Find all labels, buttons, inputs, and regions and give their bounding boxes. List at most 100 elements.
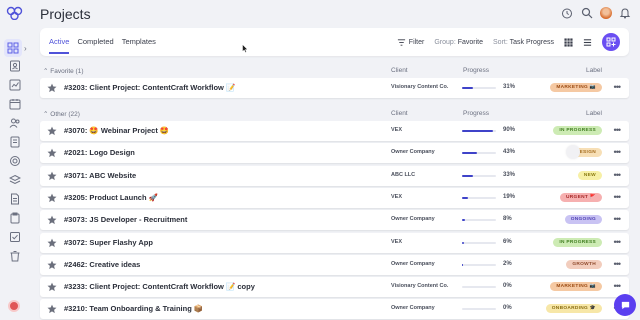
progress-bar-fill	[462, 87, 473, 89]
target-icon[interactable]	[8, 154, 22, 168]
project-client: Visionary Content Co.	[391, 283, 449, 289]
more-options-icon[interactable]: •••	[614, 82, 622, 92]
project-label-badge[interactable]: NEW	[577, 171, 602, 180]
progress-bar	[462, 197, 496, 199]
loading-spinner-icon	[566, 145, 580, 159]
project-label-badge[interactable]: GROWTH	[566, 260, 602, 269]
collapse-chevron-icon[interactable]: ⌃	[43, 68, 48, 75]
chat-button[interactable]	[614, 294, 636, 316]
trash-icon[interactable]	[8, 249, 22, 263]
tab-templates[interactable]: Templates	[122, 37, 156, 54]
progress-bar	[462, 175, 496, 177]
layers-icon[interactable]	[8, 173, 22, 187]
collapse-chevron-icon[interactable]: ⌃	[43, 111, 48, 118]
project-title[interactable]: #3210: Team Onboarding & Training 📦	[64, 304, 203, 313]
toolbar-controls: Filter Group: Favorite Sort: Task Progre…	[397, 33, 620, 51]
grid-view-icon[interactable]	[564, 37, 573, 47]
tab-bar: Active Completed Templates	[49, 37, 156, 54]
more-options-icon[interactable]: •••	[614, 147, 622, 157]
progress-bar	[462, 219, 496, 221]
sidebar-expand-chevron-icon[interactable]: ›	[24, 44, 27, 53]
more-options-icon[interactable]: •••	[614, 259, 622, 269]
calendar-icon[interactable]	[8, 97, 22, 111]
sidebar: ›	[0, 0, 32, 320]
favorite-star-icon[interactable]	[47, 282, 57, 292]
more-options-icon[interactable]: •••	[614, 192, 622, 202]
search-icon[interactable]	[580, 6, 594, 20]
group-title: Favorite (1)	[50, 68, 84, 75]
project-title[interactable]: #3070: 🤩 Webinar Project 🤩	[64, 126, 169, 135]
project-label-badge[interactable]: MARKETING 📷	[550, 282, 602, 291]
more-options-icon[interactable]: •••	[614, 237, 622, 247]
favorite-star-icon[interactable]	[47, 83, 57, 93]
progress-percent: 0%	[503, 283, 512, 289]
favorite-star-icon[interactable]	[47, 304, 57, 314]
more-options-icon[interactable]: •••	[614, 281, 622, 291]
favorite-star-icon[interactable]	[47, 260, 57, 270]
add-project-icon	[606, 37, 616, 47]
sort-select[interactable]: Sort: Task Progress	[493, 39, 554, 46]
projects-toolbar: Active Completed Templates Filter Group:…	[40, 28, 629, 56]
favorite-star-icon[interactable]	[47, 215, 57, 225]
project-label-badge[interactable]: ONGOING	[564, 215, 602, 224]
project-row[interactable]: #2021: Logo Design Owner Company 43% DESIGN…	[40, 143, 629, 163]
chart-icon[interactable]	[8, 78, 22, 92]
bell-icon[interactable]	[618, 6, 632, 20]
project-title[interactable]: #3072: Super Flashy App	[64, 238, 153, 247]
favorite-star-icon[interactable]	[47, 238, 57, 248]
project-title[interactable]: #3071: ABC Website	[64, 171, 136, 180]
add-project-button[interactable]	[602, 33, 620, 51]
project-row[interactable]: #3203: Client Project: ContentCraft Work…	[40, 78, 629, 98]
tab-active[interactable]: Active	[49, 37, 70, 54]
checklist-icon[interactable]	[8, 230, 22, 244]
project-title[interactable]: #3073: JS Developer - Recruitment	[64, 215, 187, 224]
favorite-star-icon[interactable]	[47, 126, 57, 136]
project-row[interactable]: #2462: Creative ideas Owner Company 2% GROW…	[40, 255, 629, 275]
list-view-icon[interactable]	[583, 38, 592, 47]
progress-percent: 19%	[503, 194, 516, 200]
project-title[interactable]: #3203: Client Project: ContentCraft Work…	[64, 83, 235, 92]
project-row[interactable]: #3210: Team Onboarding & Training 📦 Owner…	[40, 299, 629, 319]
progress-bar-fill	[462, 152, 477, 154]
filter-button[interactable]: Filter	[397, 38, 424, 47]
project-title[interactable]: #3233: Client Project: ContentCraft Work…	[64, 282, 255, 291]
group-value: Favorite	[457, 38, 484, 46]
project-title[interactable]: #2021: Logo Design	[64, 148, 135, 157]
group-header-favorite[interactable]: ⌃ Favorite (1) Client Progress Label	[40, 65, 630, 77]
project-label-badge[interactable]: URGENT 🚩	[560, 193, 602, 202]
document-icon[interactable]	[8, 192, 22, 206]
more-options-icon[interactable]: •••	[614, 214, 622, 224]
project-row[interactable]: #3070: 🤩 Webinar Project 🤩 VEX 90% IN PROGR…	[40, 121, 629, 141]
more-options-icon[interactable]: •••	[614, 125, 622, 135]
project-label-badge[interactable]: MARKETING 📷	[550, 83, 602, 92]
avatar[interactable]	[600, 7, 612, 19]
project-title[interactable]: #3205: Product Launch 🚀	[64, 193, 158, 202]
project-label-badge[interactable]: IN PROGRESS	[553, 238, 602, 247]
column-label: Label	[586, 67, 602, 74]
more-options-icon[interactable]: •••	[614, 170, 622, 180]
favorite-star-icon[interactable]	[47, 193, 57, 203]
favorite-star-icon[interactable]	[47, 148, 57, 158]
project-title[interactable]: #2462: Creative ideas	[64, 260, 140, 269]
favorite-star-icon[interactable]	[47, 171, 57, 181]
project-row[interactable]: #3073: JS Developer - Recruitment Owner C…	[40, 210, 629, 230]
project-row[interactable]: #3072: Super Flashy App VEX 6% IN PROGRESS •…	[40, 233, 629, 253]
logo-icon[interactable]	[6, 6, 24, 20]
invoice-icon[interactable]	[8, 135, 22, 149]
tab-completed[interactable]: Completed	[77, 37, 113, 54]
project-row[interactable]: #3071: ABC Website ABC LLC 33% NEW •••	[40, 166, 629, 186]
project-client: VEX	[391, 194, 403, 200]
help-icon[interactable]	[8, 300, 20, 312]
project-row[interactable]: #3205: Product Launch 🚀 VEX 19% URGENT 🚩 •••	[40, 188, 629, 208]
dashboard-icon[interactable]	[4, 39, 22, 57]
group-header-other[interactable]: ⌃ Other (22) Client Progress Label	[40, 108, 630, 120]
project-row[interactable]: #3233: Client Project: ContentCraft Work…	[40, 277, 629, 297]
users-icon[interactable]	[8, 116, 22, 130]
project-label-badge[interactable]: IN PROGRESS	[553, 126, 602, 135]
timer-icon[interactable]	[560, 6, 574, 20]
filter-icon	[397, 38, 405, 46]
group-by-select[interactable]: Group: Favorite	[434, 39, 483, 46]
clipboard-icon[interactable]	[8, 211, 22, 225]
project-label-badge[interactable]: ONBOARDING 🎓	[545, 304, 602, 313]
contacts-icon[interactable]	[8, 59, 22, 73]
